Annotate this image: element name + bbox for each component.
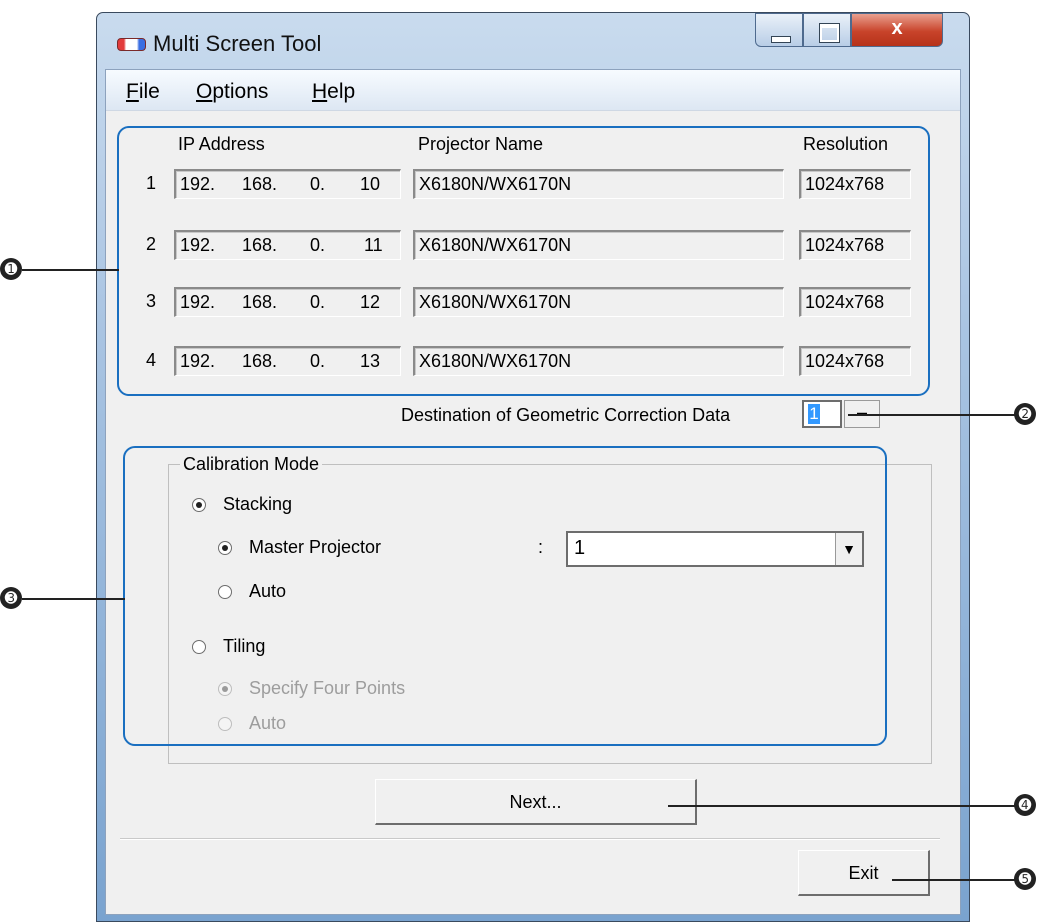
menu-file-label: ile [138,80,160,103]
separator [120,838,940,840]
menu-options-mnemonic: O [196,80,213,103]
close-icon: x [891,17,903,39]
menu-help-label: elp [327,80,356,103]
callout-line-2 [848,414,1018,416]
exit-button[interactable]: Exit [798,850,930,896]
callout-1: ➊ [0,258,22,280]
title-bar[interactable]: Multi Screen Tool x [97,13,969,69]
callout-5: ➎ [1014,868,1036,890]
callout-line-5 [892,879,1018,881]
menu-help[interactable]: Help [312,80,355,104]
callout-4: ➍ [1014,794,1036,816]
destination-value: 1 [808,404,820,424]
callout-line-3 [22,598,125,600]
window-title: Multi Screen Tool [153,31,322,56]
minimize-button[interactable] [755,13,803,47]
menu-help-mnemonic: H [312,80,328,103]
menu-file-mnemonic: F [126,80,139,103]
destination-label: Destination of Geometric Correction Data [401,405,731,425]
callout-line-1 [22,269,119,271]
maximize-button[interactable] [803,13,851,47]
destination-value-field[interactable]: 1 [802,400,842,428]
menu-bar: File Options Help [106,70,960,111]
callout-2: ➋ [1014,403,1036,425]
callout-highlight-3 [123,446,887,746]
app-icon [117,38,146,51]
close-button[interactable]: x [851,13,943,47]
menu-options[interactable]: Options [196,80,268,104]
callout-highlight-1 [117,126,930,396]
next-button[interactable]: Next... [375,779,697,825]
minimize-icon [771,36,791,43]
menu-file[interactable]: File [126,80,160,104]
callout-3: ➌ [0,587,22,609]
menu-options-label: ptions [212,80,269,103]
maximize-icon [819,23,840,43]
callout-line-4 [668,805,1018,807]
